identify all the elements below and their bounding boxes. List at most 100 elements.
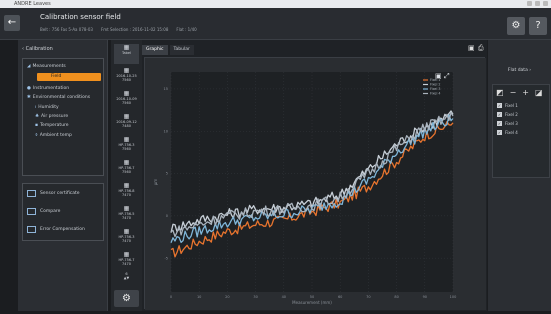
thumb-item[interactable]: ▦ HP-756-3 7560 [114, 136, 139, 156]
x-tick-label: 70 [366, 295, 370, 299]
thumb-item[interactable]: ▦ HP-756-7 7560 [114, 159, 139, 179]
thumb-item[interactable]: ▦ Tabel [114, 44, 139, 64]
thumbs-settings-button[interactable]: ⚙ [114, 290, 139, 307]
compensation-icon [27, 226, 36, 233]
humidity-icon: ı [35, 105, 37, 110]
maximize-button[interactable] [535, 1, 540, 6]
plus-icon[interactable]: + [522, 88, 529, 97]
series-toggle-fixel-4[interactable]: ✓ Fixel 4 [497, 130, 518, 135]
thumb-item[interactable]: ▦ 2016-10-25 7560 [114, 67, 139, 87]
main-area: Graphic Tabular ▣ ⎙ 0 10 20 30 40 50 60 70 80 90 1… [142, 40, 487, 311]
series-toggle-fixel-2[interactable]: ✓ Fixel 2 [497, 112, 518, 117]
table-icon: ▦ [123, 228, 130, 235]
x-tick-label: 50 [310, 295, 314, 299]
fullscreen-icon[interactable]: ⤢ [444, 72, 450, 80]
help-button[interactable]: ? [529, 17, 547, 35]
sensor-certificate-button[interactable]: Sensor certificate [27, 190, 80, 197]
scroll-arrows-icon: ▲▼ [123, 276, 130, 280]
tree-item-temperature[interactable]: ▪ Temperature [35, 123, 69, 128]
thumb-item[interactable]: ▦ 2016-10-09 7560 [114, 90, 139, 110]
certificate-icon [27, 190, 36, 197]
legend-entry: Fixel 2 [430, 83, 441, 87]
back-button[interactable]: ← [4, 15, 20, 31]
print-icon[interactable]: ⎙ [478, 44, 485, 52]
tree-item-instrumentation[interactable]: ● Instrumentation [27, 86, 69, 91]
chart-icon: ◢ [27, 64, 31, 69]
x-tick-label: 100 [450, 295, 457, 299]
app-header: ← Calibration sensor field Belt : 756 Fa… [0, 8, 551, 40]
sun-icon: ✱ [27, 95, 31, 100]
tab-graphic[interactable]: Graphic [142, 45, 168, 55]
checkbox[interactable]: ✓ [497, 103, 502, 108]
x-tick-label: 90 [423, 295, 427, 299]
export-icon[interactable]: ▣ [468, 44, 475, 52]
x-tick-label: 30 [253, 295, 257, 299]
x-tick-label: 40 [282, 295, 286, 299]
y-tick-label: -5 [165, 256, 169, 260]
series-panel-heading[interactable]: Flat data › [488, 67, 551, 75]
table-icon: ▦ [123, 159, 130, 166]
table-icon: ▦ [123, 113, 130, 120]
sidebar: ‹ Calibration ◢ Measurements Field ● Instr… [18, 40, 108, 311]
line-chart[interactable]: 0 10 20 30 40 50 60 70 80 90 100-5051015 Fixel 1Fi… [145, 58, 486, 310]
tab-tabular[interactable]: Tabular [169, 45, 194, 55]
header-info-flat: Flat : 1/40 [176, 27, 197, 32]
checkbox[interactable]: ✓ [497, 130, 502, 135]
table-icon: ▦ [123, 90, 130, 97]
table-icon: ▦ [123, 205, 130, 212]
table-icon: ▦ [123, 67, 130, 74]
thumb-item[interactable]: ▦ HP-756-5 7470 [114, 205, 139, 225]
tree-item-field[interactable]: Field [37, 73, 101, 81]
minus-icon[interactable]: − [510, 88, 517, 97]
y-tick-label: 15 [164, 87, 168, 91]
save-icon[interactable]: ◪ [535, 88, 543, 97]
table-icon: ▦ [123, 182, 130, 189]
tree-item-measurements[interactable]: ◢ Measurements [27, 64, 66, 69]
close-button[interactable] [543, 1, 548, 6]
series-panel: Flat data › ◩ − + ◪ ✓ Fixel 1 ✓ Fixel 2 ✓ F… [488, 40, 551, 311]
thumb-item[interactable]: ▦ HP-756-3 7470 [114, 228, 139, 248]
y-axis-label: µm [153, 179, 158, 186]
legend-entry: Fixel 3 [430, 87, 441, 91]
gear-icon: ⚙ [122, 293, 131, 304]
series-toggle-fixel-3[interactable]: ✓ Fixel 3 [497, 121, 518, 126]
series-toggle-fixel-1[interactable]: ✓ Fixel 1 [497, 103, 518, 108]
series-tools: ◩ − + ◪ [496, 88, 543, 97]
compare-button[interactable]: Compare [27, 208, 60, 215]
sidebar-tree: ◢ Measurements Field ● Instrumentation ✱ En… [22, 58, 104, 176]
zoom-icon[interactable]: ▣ [435, 72, 442, 80]
thumb-item[interactable]: ▦ HP-756-7 7470 [114, 251, 139, 271]
tree-item-environmental[interactable]: ✱ Environmental conditions [27, 95, 90, 100]
tree-item-humidity[interactable]: ı Humidity [35, 105, 59, 110]
x-tick-label: 10 [197, 295, 201, 299]
checkbox[interactable]: ✓ [497, 112, 502, 117]
y-tick-label: 0 [166, 214, 168, 218]
table-icon: ▦ [123, 44, 130, 51]
thumbnail-strip: ▦ Tabel ▦ 2016-10-25 7560 ▦ 2016-10-09 7560 ▦… [111, 40, 142, 311]
y-tick-label: 10 [164, 129, 168, 133]
y-tick-label: 5 [166, 172, 168, 176]
window-controls [527, 1, 548, 6]
thumb-pager[interactable]: 6 ▲▼ [114, 272, 139, 286]
select-all-icon[interactable]: ◩ [496, 88, 504, 97]
table-icon: ▦ [123, 136, 130, 143]
chart-panel: 0 10 20 30 40 50 60 70 80 90 100 -5 0 5 10 15 Fixel 1 Fi… [144, 57, 486, 310]
thumb-item[interactable]: ▦ 2016-09-12 7480 [114, 113, 139, 133]
checkbox[interactable]: ✓ [497, 121, 502, 126]
thumb-item[interactable]: ▦ HP-756-8 7470 [114, 182, 139, 202]
x-tick-label: 60 [338, 295, 342, 299]
sidebar-heading[interactable]: ‹ Calibration [22, 46, 53, 52]
table-icon: ▦ [123, 251, 130, 258]
settings-button[interactable]: ⚙ [507, 17, 525, 35]
ambient-icon: ⌽ [35, 133, 38, 138]
x-tick-label: 20 [225, 295, 229, 299]
x-axis-label: Measurement (mm) [292, 300, 332, 305]
tree-item-ambient-temp[interactable]: ⌽ Ambient temp [35, 132, 72, 139]
header-info: Belt : 756 Fas 5-Aa 078-03 Fmt Selection… [40, 27, 197, 32]
minimize-button[interactable] [527, 1, 532, 6]
header-info-belt: Belt : 756 Fas 5-Aa 078-03 [40, 27, 93, 32]
legend-entry: Fixel 4 [430, 92, 441, 96]
page-title: Calibration sensor field [40, 13, 121, 21]
tree-item-air-pressure[interactable]: ♣ Air pressure [35, 114, 68, 119]
error-compensation-button[interactable]: Error Compensation [27, 226, 85, 233]
